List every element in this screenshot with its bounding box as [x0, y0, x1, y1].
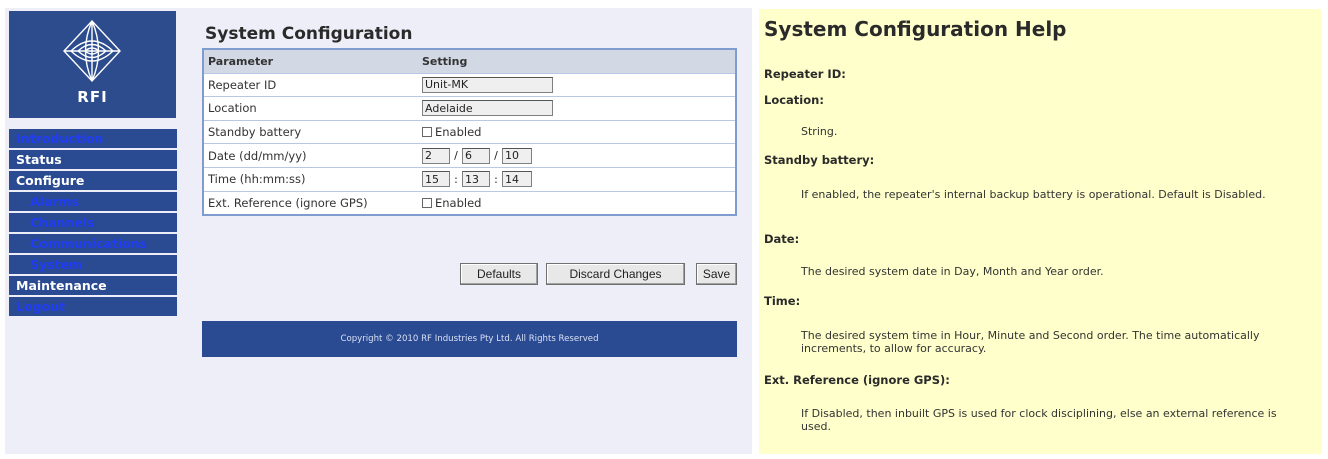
- nav-item-system[interactable]: System: [9, 255, 177, 274]
- nav-item-communications[interactable]: Communications: [9, 234, 177, 253]
- date-day-input[interactable]: [422, 147, 450, 164]
- row-label: Location: [203, 96, 418, 121]
- header-setting: Setting: [418, 49, 736, 74]
- table-row: Standby battery Enabled: [203, 119, 736, 144]
- defaults-button[interactable]: Defaults: [460, 263, 538, 285]
- header-parameter: Parameter: [203, 49, 418, 74]
- footer-copyright: Copyright © 2010 RF Industries Pty Ltd. …: [202, 321, 737, 357]
- checkbox-label: Enabled: [435, 125, 482, 140]
- help-panel: System Configuration Help Repeater ID: L…: [759, 9, 1322, 454]
- row-setting: //: [418, 143, 736, 168]
- help-text-date: The desired system date in Day, Month an…: [801, 265, 1104, 278]
- table-row: Location: [203, 96, 736, 121]
- time-separator: :: [494, 172, 498, 186]
- location-input[interactable]: [422, 100, 553, 117]
- row-setting: [418, 72, 736, 97]
- config-table: Parameter Setting Repeater ID Location S…: [202, 48, 737, 217]
- help-text-ext-reference: If Disabled, then inbuilt GPS is used fo…: [801, 407, 1277, 433]
- page-title: System Configuration: [205, 24, 413, 44]
- time-separator: :: [454, 172, 458, 186]
- table-header-row: Parameter Setting: [203, 49, 736, 74]
- table-row: Repeater ID: [203, 72, 736, 97]
- standby-battery-checkbox[interactable]: [422, 127, 432, 138]
- discard-changes-button[interactable]: Discard Changes: [546, 263, 685, 285]
- help-heading-date: Date:: [764, 232, 800, 246]
- row-setting: Enabled: [418, 119, 736, 144]
- date-month-input[interactable]: [462, 147, 490, 164]
- row-label: Standby battery: [203, 119, 418, 144]
- row-label: Ext. Reference (ignore GPS): [203, 190, 418, 216]
- help-text-standby-battery: If enabled, the repeater's internal back…: [801, 188, 1266, 201]
- help-heading-standby-battery: Standby battery:: [764, 153, 875, 167]
- help-text-time: The desired system time in Hour, Minute …: [801, 329, 1260, 355]
- logo-text: RFI: [77, 88, 108, 106]
- date-separator: /: [454, 149, 458, 163]
- time-minute-input[interactable]: [462, 171, 490, 188]
- save-button[interactable]: Save: [696, 263, 737, 285]
- help-title: System Configuration Help: [764, 17, 1067, 41]
- help-text-location: String.: [801, 125, 838, 138]
- table-row: Date (dd/mm/yy) //: [203, 143, 736, 168]
- nav-item-logout[interactable]: Logout: [9, 297, 177, 316]
- row-label: Repeater ID: [203, 72, 418, 97]
- row-label: Date (dd/mm/yy): [203, 143, 418, 168]
- repeater-id-input[interactable]: [422, 76, 553, 93]
- help-heading-ext-reference: Ext. Reference (ignore GPS):: [764, 373, 950, 387]
- nav-item-alarms[interactable]: Alarms: [9, 192, 177, 211]
- help-heading-time: Time:: [764, 294, 801, 308]
- time-hour-input[interactable]: [422, 171, 450, 188]
- nav-item-maintenance[interactable]: Maintenance: [9, 276, 177, 295]
- nav-item-introduction[interactable]: Introduction: [9, 129, 177, 148]
- row-setting: ::: [418, 166, 736, 192]
- nav-item-status[interactable]: Status: [9, 150, 177, 169]
- table-row: Time (hh:mm:ss) ::: [203, 166, 736, 192]
- table-row: Ext. Reference (ignore GPS) Enabled: [203, 190, 736, 216]
- rfi-logo: RFI: [9, 11, 176, 118]
- row-setting: [418, 96, 736, 121]
- row-setting: Enabled: [418, 190, 736, 216]
- help-heading-repeater-id: Repeater ID:: [764, 67, 846, 81]
- nav-item-configure[interactable]: Configure: [9, 171, 177, 190]
- nav-item-channels[interactable]: Channels: [9, 213, 177, 232]
- help-heading-location: Location:: [764, 93, 824, 107]
- ext-reference-checkbox[interactable]: [422, 197, 432, 208]
- date-year-input[interactable]: [502, 147, 532, 164]
- time-second-input[interactable]: [502, 171, 532, 188]
- checkbox-label: Enabled: [435, 195, 482, 210]
- row-label: Time (hh:mm:ss): [203, 166, 418, 192]
- sidebar-nav: Introduction Status Configure Alarms Cha…: [9, 129, 177, 318]
- date-separator: /: [494, 149, 498, 163]
